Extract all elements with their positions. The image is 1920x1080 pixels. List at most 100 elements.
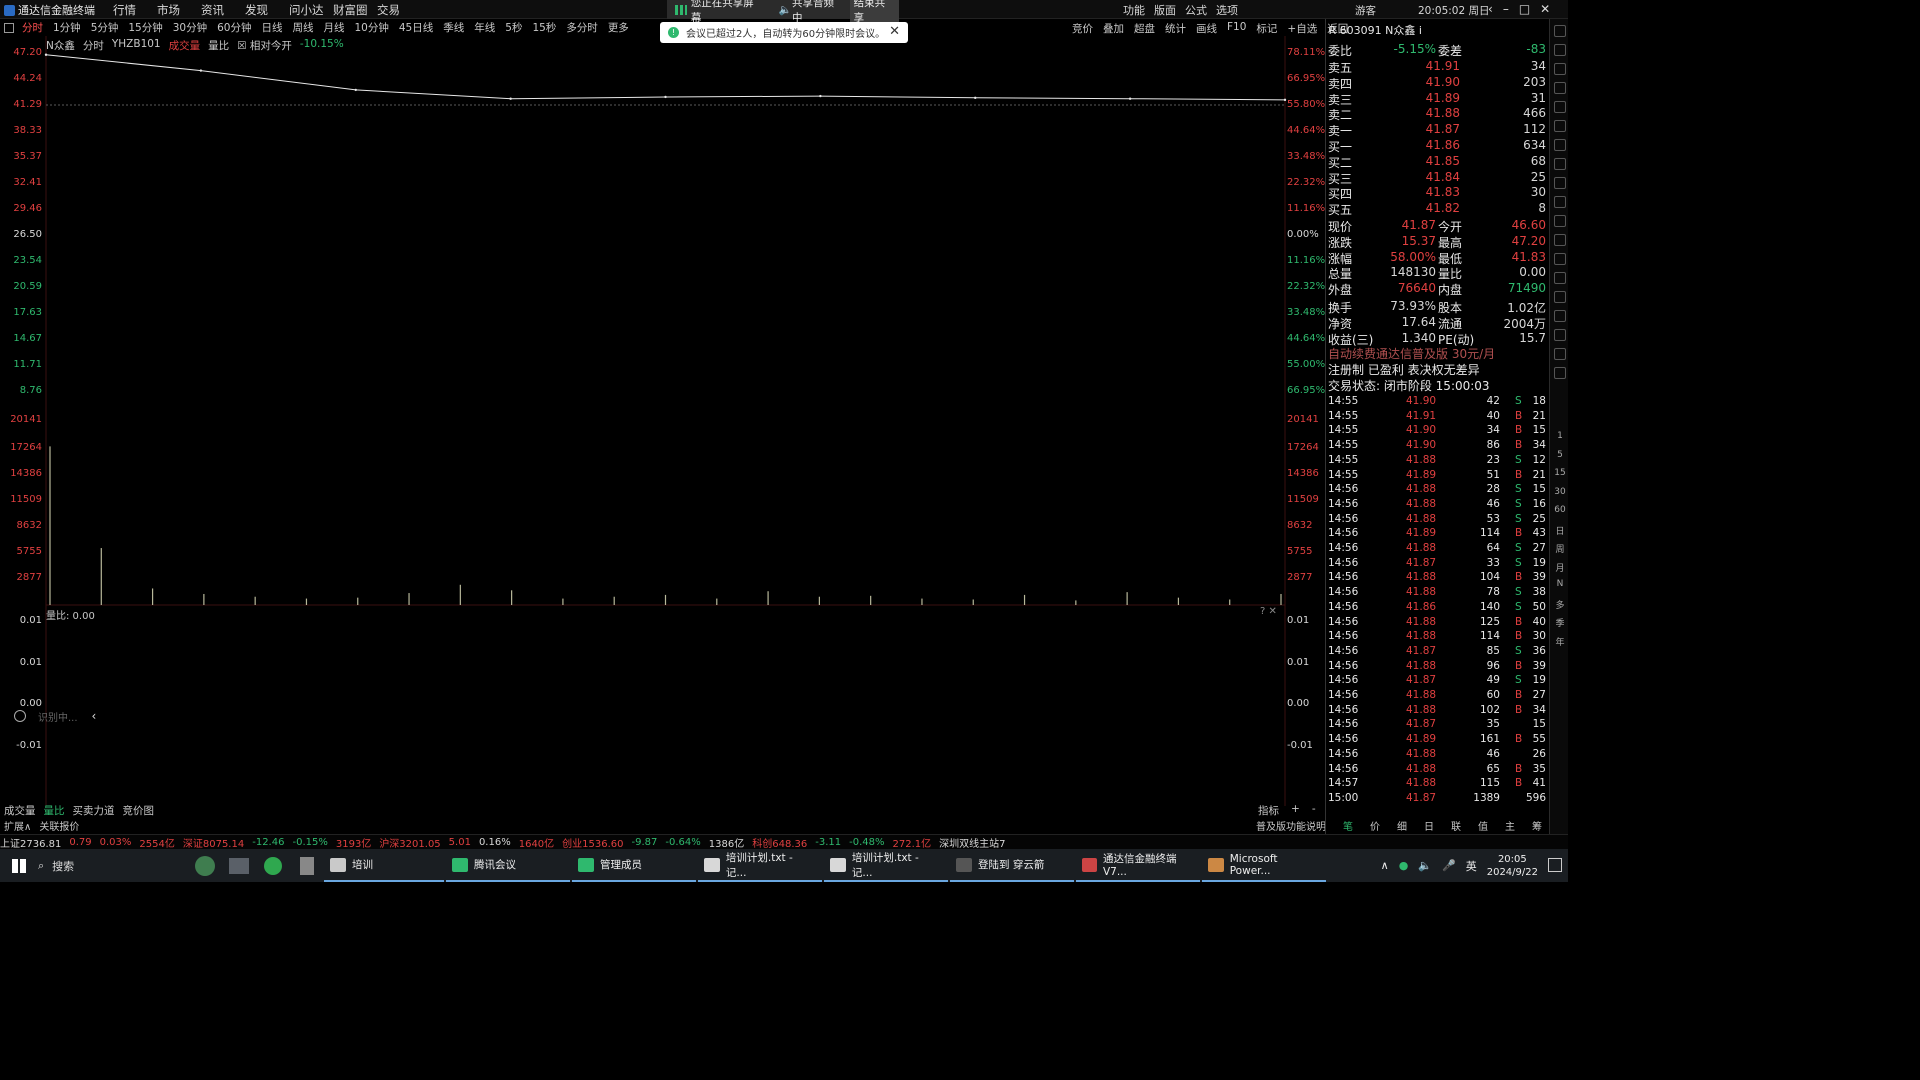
meeting-icon[interactable] bbox=[188, 849, 222, 882]
legend-index[interactable]: YHZB101 bbox=[112, 38, 161, 53]
tab-daily[interactable]: 日线 bbox=[262, 20, 283, 35]
bar-icon[interactable] bbox=[1554, 215, 1566, 227]
taskbar-app-tencent-meeting[interactable]: 腾讯会议 bbox=[446, 849, 570, 882]
floating-widget[interactable]: 识别中... ‹ bbox=[14, 708, 124, 724]
mic-icon[interactable]: 🎤 bbox=[1442, 859, 1456, 872]
tool-jingjia[interactable]: 竞价 bbox=[1072, 21, 1093, 36]
notification-icon[interactable] bbox=[1548, 858, 1562, 872]
tab-force[interactable]: 买卖力道 bbox=[73, 803, 115, 818]
maximize-icon[interactable]: □ bbox=[1519, 2, 1530, 16]
chart-icon[interactable] bbox=[1554, 101, 1566, 113]
tab-ratio[interactable]: 量比 bbox=[44, 803, 65, 818]
ask-row[interactable]: 卖四 41.90 203 bbox=[1328, 75, 1546, 91]
list-icon[interactable] bbox=[1554, 82, 1566, 94]
add-indicator-button[interactable]: + bbox=[1291, 803, 1300, 818]
ask-row[interactable]: 卖二 41.88 466 bbox=[1328, 106, 1546, 122]
tab-year[interactable]: 年线 bbox=[474, 20, 495, 35]
bid-row[interactable]: 买一 41.86 634 bbox=[1328, 138, 1546, 154]
tab-multi-fenshi[interactable]: 多分时 bbox=[566, 20, 598, 35]
panel-icon[interactable] bbox=[1554, 367, 1566, 379]
tab-45day[interactable]: 45日线 bbox=[399, 20, 433, 35]
relative-open-checkbox[interactable]: ☒ 相对今开 bbox=[237, 38, 292, 53]
expand-button[interactable]: 扩展∧ bbox=[4, 818, 31, 833]
bid-row[interactable]: 买四 41.83 30 bbox=[1328, 185, 1546, 201]
menu-jiaoyi[interactable]: 交易 bbox=[377, 2, 421, 18]
browser-icon[interactable] bbox=[256, 849, 290, 882]
table-icon[interactable] bbox=[1554, 139, 1566, 151]
ime-indicator[interactable]: 英 bbox=[1466, 858, 1477, 874]
taskbar-app-tdx[interactable]: 通达信金融终端V7... bbox=[1076, 849, 1200, 882]
panel-toggle-icon[interactable] bbox=[4, 22, 14, 33]
taskbar-app-powerpoint[interactable]: Microsoft Power... bbox=[1202, 849, 1326, 882]
notice-close-icon[interactable]: ✕ bbox=[889, 24, 900, 39]
tab-15min[interactable]: 15分钟 bbox=[128, 20, 162, 35]
tool-diejia[interactable]: 叠加 bbox=[1103, 21, 1124, 36]
menu-faxian[interactable]: 发现 bbox=[245, 2, 289, 18]
grid-icon[interactable] bbox=[1554, 120, 1566, 132]
bid-row[interactable]: 买五 41.82 8 bbox=[1328, 201, 1546, 217]
tab-5sec[interactable]: 5秒 bbox=[505, 20, 522, 35]
menu-zixun[interactable]: 资讯 bbox=[201, 2, 245, 18]
subchart-controls[interactable]: ? ✕ bbox=[1260, 606, 1277, 617]
volume-icon[interactable]: 🔈 bbox=[1418, 859, 1432, 872]
pct-icon[interactable] bbox=[1554, 310, 1566, 322]
remove-indicator-button[interactable]: - bbox=[1312, 803, 1316, 818]
k-icon[interactable] bbox=[1554, 291, 1566, 303]
menu-xuanxiang[interactable]: 选项 bbox=[1216, 2, 1247, 18]
tool-tongji[interactable]: 统计 bbox=[1165, 21, 1186, 36]
floating-widget-icon[interactable] bbox=[14, 710, 26, 722]
down-icon[interactable] bbox=[1554, 63, 1566, 75]
tab-volume[interactable]: 成交量 bbox=[4, 803, 36, 818]
layer-icon[interactable] bbox=[1554, 272, 1566, 284]
info-icon[interactable]: i bbox=[1419, 24, 1422, 37]
taskbar-search[interactable]: ⌕ 搜索 bbox=[38, 849, 188, 882]
taskbar-clock[interactable]: 20:05 2024/9/22 bbox=[1487, 853, 1538, 879]
fa-icon[interactable] bbox=[1554, 158, 1566, 170]
tab-quarter[interactable]: 季线 bbox=[443, 20, 464, 35]
tab-10min[interactable]: 10分钟 bbox=[355, 20, 389, 35]
pen-icon[interactable] bbox=[1554, 329, 1566, 341]
intraday-chart[interactable] bbox=[0, 36, 1325, 806]
menu-gongneng[interactable]: 功能 bbox=[1123, 2, 1154, 18]
tab-monthly[interactable]: 月线 bbox=[324, 20, 345, 35]
tool-biaoji[interactable]: 标记 bbox=[1256, 21, 1277, 36]
taskbar-app-notepad-2[interactable]: 培训计划.txt - 记... bbox=[824, 849, 948, 882]
collapse-arrow-icon[interactable]: ‹ bbox=[92, 709, 97, 723]
tab-fenshi[interactable]: 分时 bbox=[22, 20, 43, 35]
index-ticker[interactable]: 上证2736.81 0.79 0.03% 2554亿 深证8075.14 -12.46 -0… bbox=[0, 834, 1568, 850]
tab-30min[interactable]: 30分钟 bbox=[173, 20, 207, 35]
guest-label[interactable]: 游客 bbox=[1355, 3, 1376, 18]
ask-row[interactable]: 卖三 41.89 31 bbox=[1328, 91, 1546, 107]
tab-1min[interactable]: 1分钟 bbox=[53, 20, 81, 35]
taskbar-app-members[interactable]: 管理成员 bbox=[572, 849, 696, 882]
tab-15sec[interactable]: 15秒 bbox=[532, 20, 556, 35]
minimize-icon[interactable]: – bbox=[1503, 2, 1509, 16]
tab-60min[interactable]: 60分钟 bbox=[217, 20, 251, 35]
doc-icon[interactable] bbox=[1554, 177, 1566, 189]
tool-f10[interactable]: F10 bbox=[1227, 21, 1246, 36]
network-icon[interactable] bbox=[222, 849, 256, 882]
tool-huaxian[interactable]: 画线 bbox=[1196, 21, 1217, 36]
close-icon[interactable]: ✕ bbox=[1540, 2, 1550, 16]
tab-5min[interactable]: 5分钟 bbox=[91, 20, 119, 35]
menu-wenxiaoda[interactable]: 问小达 bbox=[289, 2, 333, 18]
menu-shichang[interactable]: 市场 bbox=[157, 2, 201, 18]
menu-gongshi[interactable]: 公式 bbox=[1185, 2, 1216, 18]
up-icon[interactable] bbox=[1554, 44, 1566, 56]
start-button[interactable] bbox=[0, 849, 38, 882]
fi-icon[interactable] bbox=[1554, 196, 1566, 208]
clock-icon[interactable] bbox=[1554, 234, 1566, 246]
menu-hangqing[interactable]: 行情 bbox=[113, 2, 157, 18]
related-quotes-button[interactable]: 关联报价 bbox=[39, 818, 79, 833]
tool-add-watch[interactable]: +自选 bbox=[1287, 21, 1317, 36]
edition-help-link[interactable]: 普及版功能说明 bbox=[1256, 818, 1326, 833]
tab-weekly[interactable]: 周线 bbox=[293, 20, 314, 35]
tab-more[interactable]: 更多 bbox=[608, 20, 629, 35]
menu-caifuquan[interactable]: 财富圈 bbox=[333, 2, 377, 18]
ask-row[interactable]: 卖一 41.87 112 bbox=[1328, 122, 1546, 138]
menu-banmian[interactable]: 版面 bbox=[1154, 2, 1185, 18]
taskbar-app-notepad-1[interactable]: 培训计划.txt - 记... bbox=[698, 849, 822, 882]
tray-expand-icon[interactable]: ∧ bbox=[1381, 859, 1389, 872]
tool-chaopan[interactable]: 超盘 bbox=[1134, 21, 1155, 36]
fs-icon[interactable] bbox=[1554, 348, 1566, 360]
